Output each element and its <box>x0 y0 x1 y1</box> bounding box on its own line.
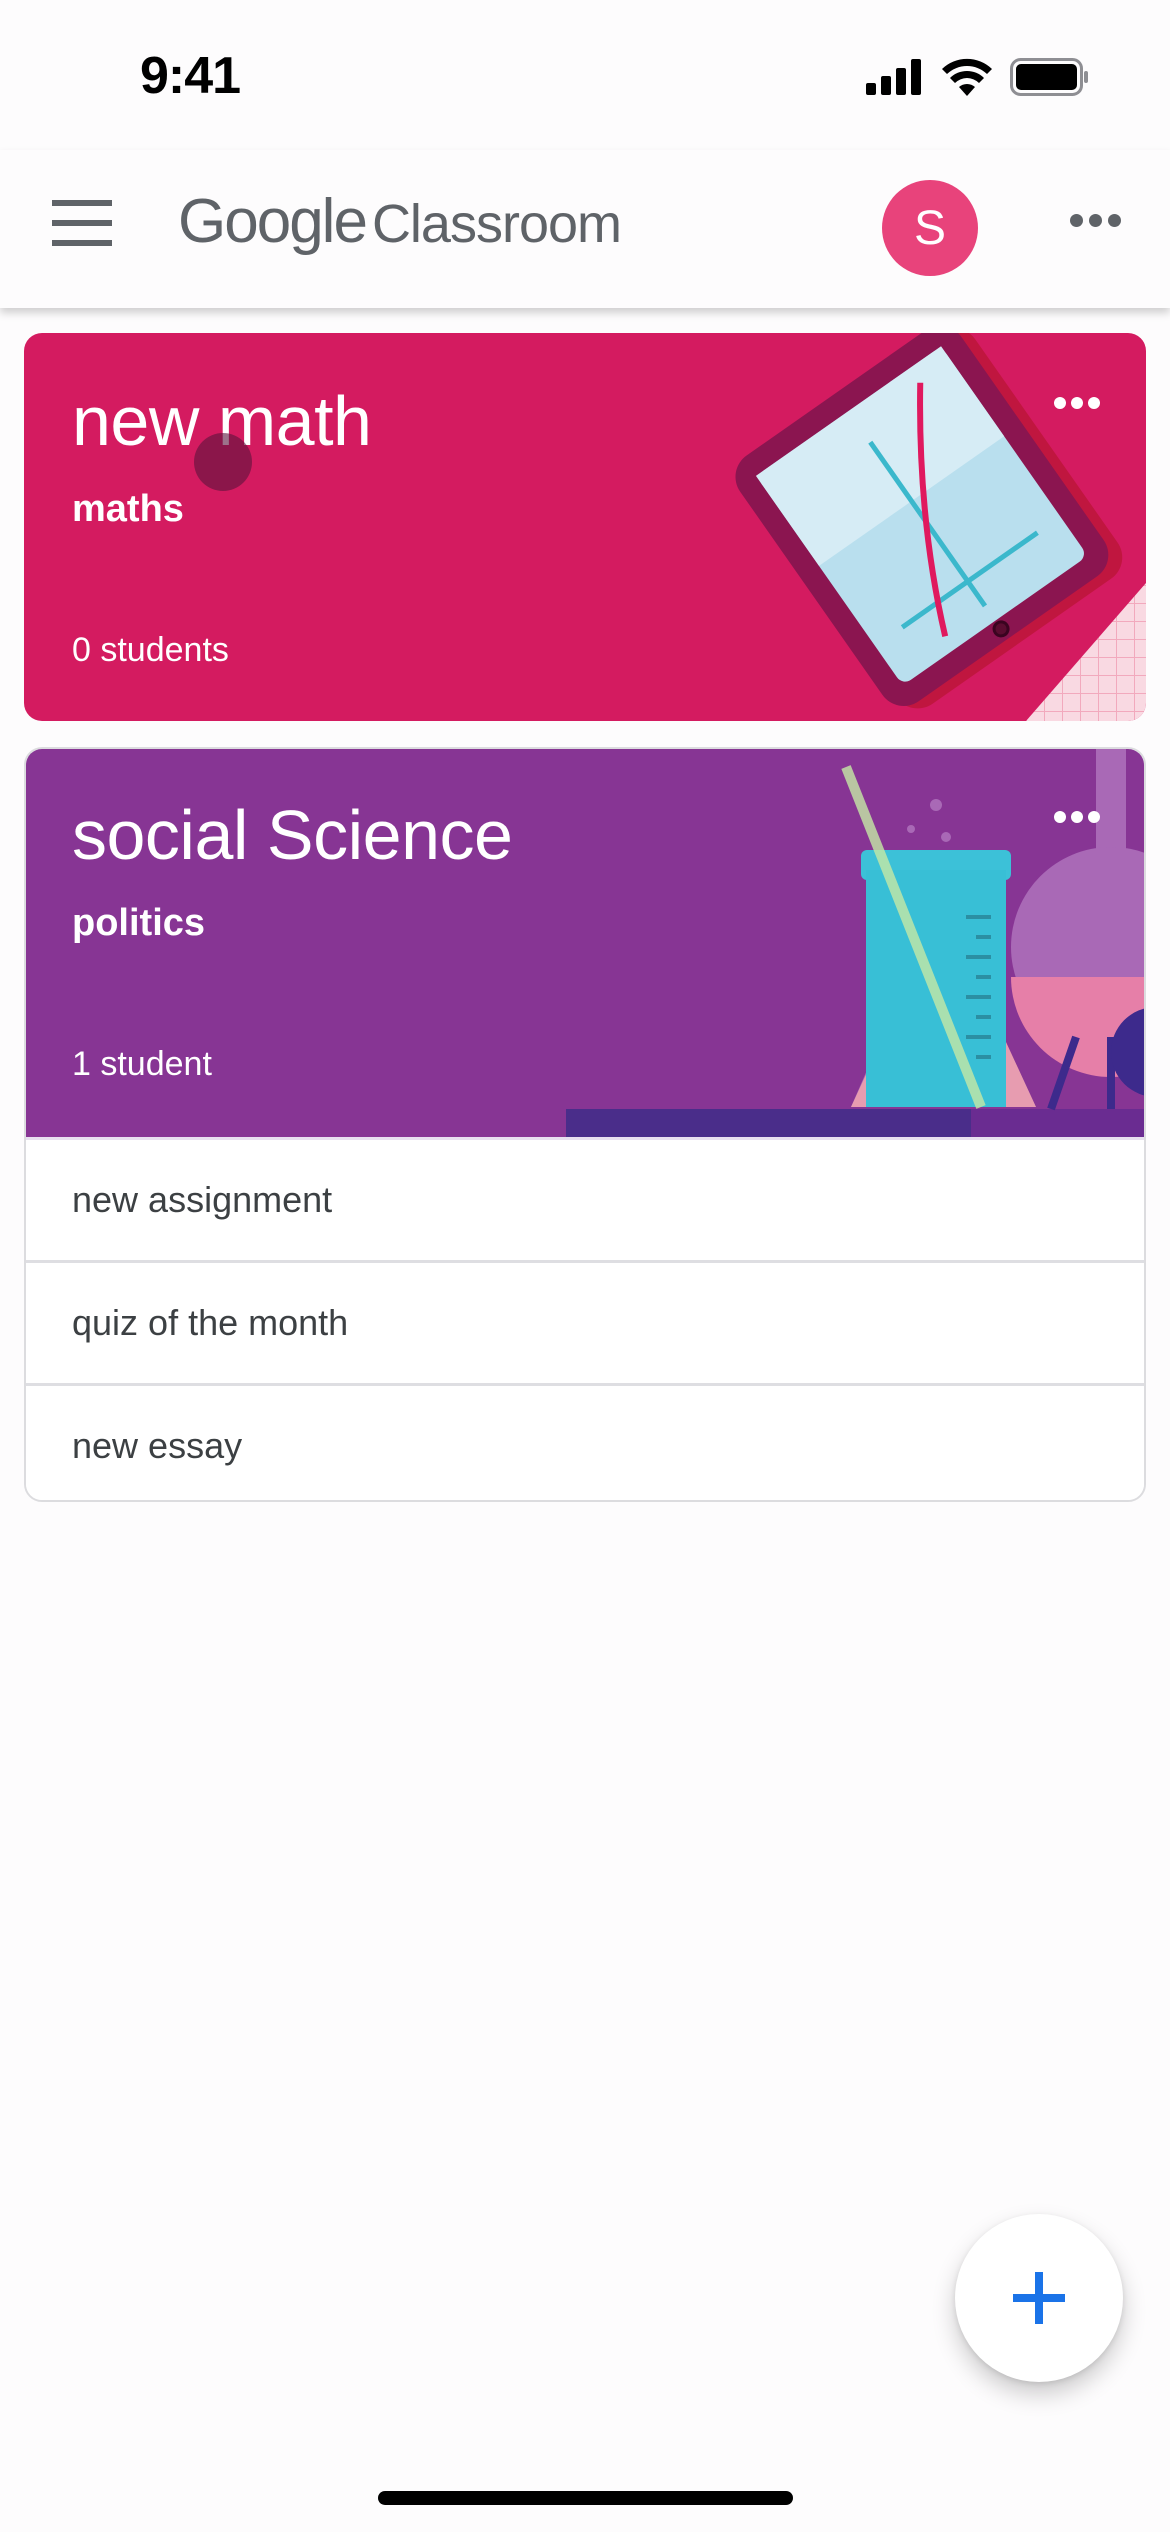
upcoming-task-list: new assignment quiz of the month new ess… <box>26 1137 1144 1500</box>
hamburger-menu-icon[interactable] <box>52 200 112 246</box>
app-bar: Google Classroom S <box>0 150 1170 308</box>
class-section: maths <box>72 488 184 530</box>
student-count: 0 students <box>72 631 229 669</box>
class-section: politics <box>72 902 206 944</box>
battery-icon <box>1010 58 1088 96</box>
logo-google-text: Google <box>178 187 368 256</box>
student-count: 1 student <box>72 1045 212 1083</box>
tablet-graph-illustration <box>735 333 1146 721</box>
status-icons <box>866 58 1090 96</box>
class-more-options-icon[interactable] <box>1054 397 1100 409</box>
task-item[interactable]: new essay <box>26 1383 1144 1500</box>
plus-icon <box>1013 2272 1065 2324</box>
home-indicator[interactable] <box>378 2491 793 2505</box>
status-bar: 9:41 <box>0 0 1170 150</box>
logo-classroom-text: Classroom <box>371 194 622 254</box>
class-card-social-science: social Science politics 1 student new as… <box>24 747 1146 1502</box>
task-item[interactable]: new assignment <box>26 1137 1144 1260</box>
google-classroom-logo: Google Classroom <box>178 186 622 257</box>
class-title[interactable]: social Science <box>72 795 513 875</box>
class-more-options-icon[interactable] <box>1054 811 1100 823</box>
cellular-signal-icon <box>866 59 921 95</box>
class-banner[interactable]: social Science politics 1 student <box>26 749 1144 1137</box>
add-class-button[interactable] <box>955 2214 1123 2382</box>
account-avatar[interactable]: S <box>882 180 978 276</box>
status-time: 9:41 <box>140 47 241 105</box>
more-options-icon[interactable] <box>1070 214 1121 227</box>
task-item[interactable]: quiz of the month <box>26 1260 1144 1383</box>
class-card-new-math[interactable]: new math maths 0 students <box>24 333 1146 721</box>
touch-indicator <box>194 433 252 491</box>
wifi-icon <box>942 58 992 96</box>
